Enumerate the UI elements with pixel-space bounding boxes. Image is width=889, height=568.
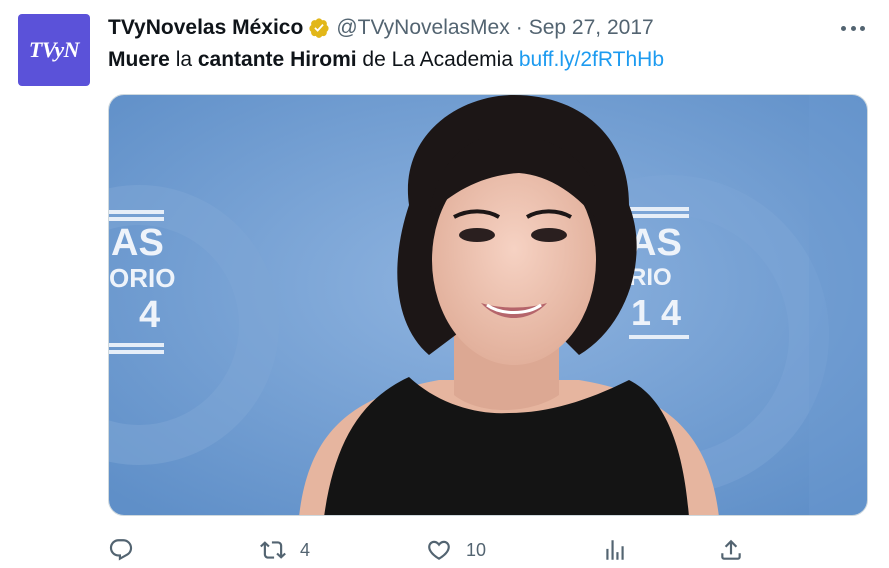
analytics-button[interactable]: [602, 534, 628, 566]
heart-icon: [428, 540, 450, 560]
more-options-icon[interactable]: [841, 20, 865, 36]
share-icon: [721, 539, 741, 560]
backdrop-right-line1: AS: [629, 222, 682, 264]
backdrop-right-line2: RIO: [629, 264, 672, 291]
user-handle[interactable]: @TVyNovelasMex: [336, 16, 509, 40]
backdrop-left-line2: ORIO: [109, 263, 175, 293]
avatar-logo-text: TVyN: [28, 37, 80, 62]
text-bold-muere: Muere: [108, 48, 170, 71]
account-avatar[interactable]: TVyN: [18, 14, 90, 86]
reply-button[interactable]: [108, 534, 134, 566]
reply-icon: [109, 539, 133, 561]
backdrop-left-line1: AS: [111, 222, 164, 264]
like-count: 10: [466, 539, 487, 560]
text-plain-academia: de La Academia: [356, 48, 519, 71]
text-bold-cantante: cantante Hiromi: [197, 48, 357, 71]
retweet-button[interactable]: 4: [260, 534, 310, 566]
like-button[interactable]: 10: [426, 534, 486, 566]
photo-illustration: AS ORIO 4 AS RIO 1 4: [109, 95, 867, 515]
verified-badge-icon: [309, 18, 329, 38]
tweet-link[interactable]: buff.ly/2fRThHb: [519, 48, 664, 71]
backdrop-right-line3: 1 4: [631, 292, 681, 333]
backdrop-left-line3: 4: [139, 294, 160, 336]
analytics-icon: [606, 540, 624, 560]
tweet-media-photo[interactable]: AS ORIO 4 AS RIO 1 4: [108, 94, 868, 516]
tweet-header: TVyNovelas México @TVyNovelasMex · Sep 2…: [108, 14, 869, 42]
tweet-date[interactable]: Sep 27, 2017: [529, 16, 654, 40]
tweet-actions-bar: 4 10: [108, 534, 868, 568]
share-button[interactable]: [718, 534, 744, 566]
header-separator: ·: [515, 16, 523, 39]
text-plain-la: la: [169, 48, 198, 71]
retweet-icon: [260, 541, 286, 559]
tweet-text: Muere la cantante Hiromi de La Academia …: [108, 48, 664, 72]
display-name[interactable]: TVyNovelas México: [108, 16, 303, 40]
retweet-count: 4: [300, 539, 311, 560]
